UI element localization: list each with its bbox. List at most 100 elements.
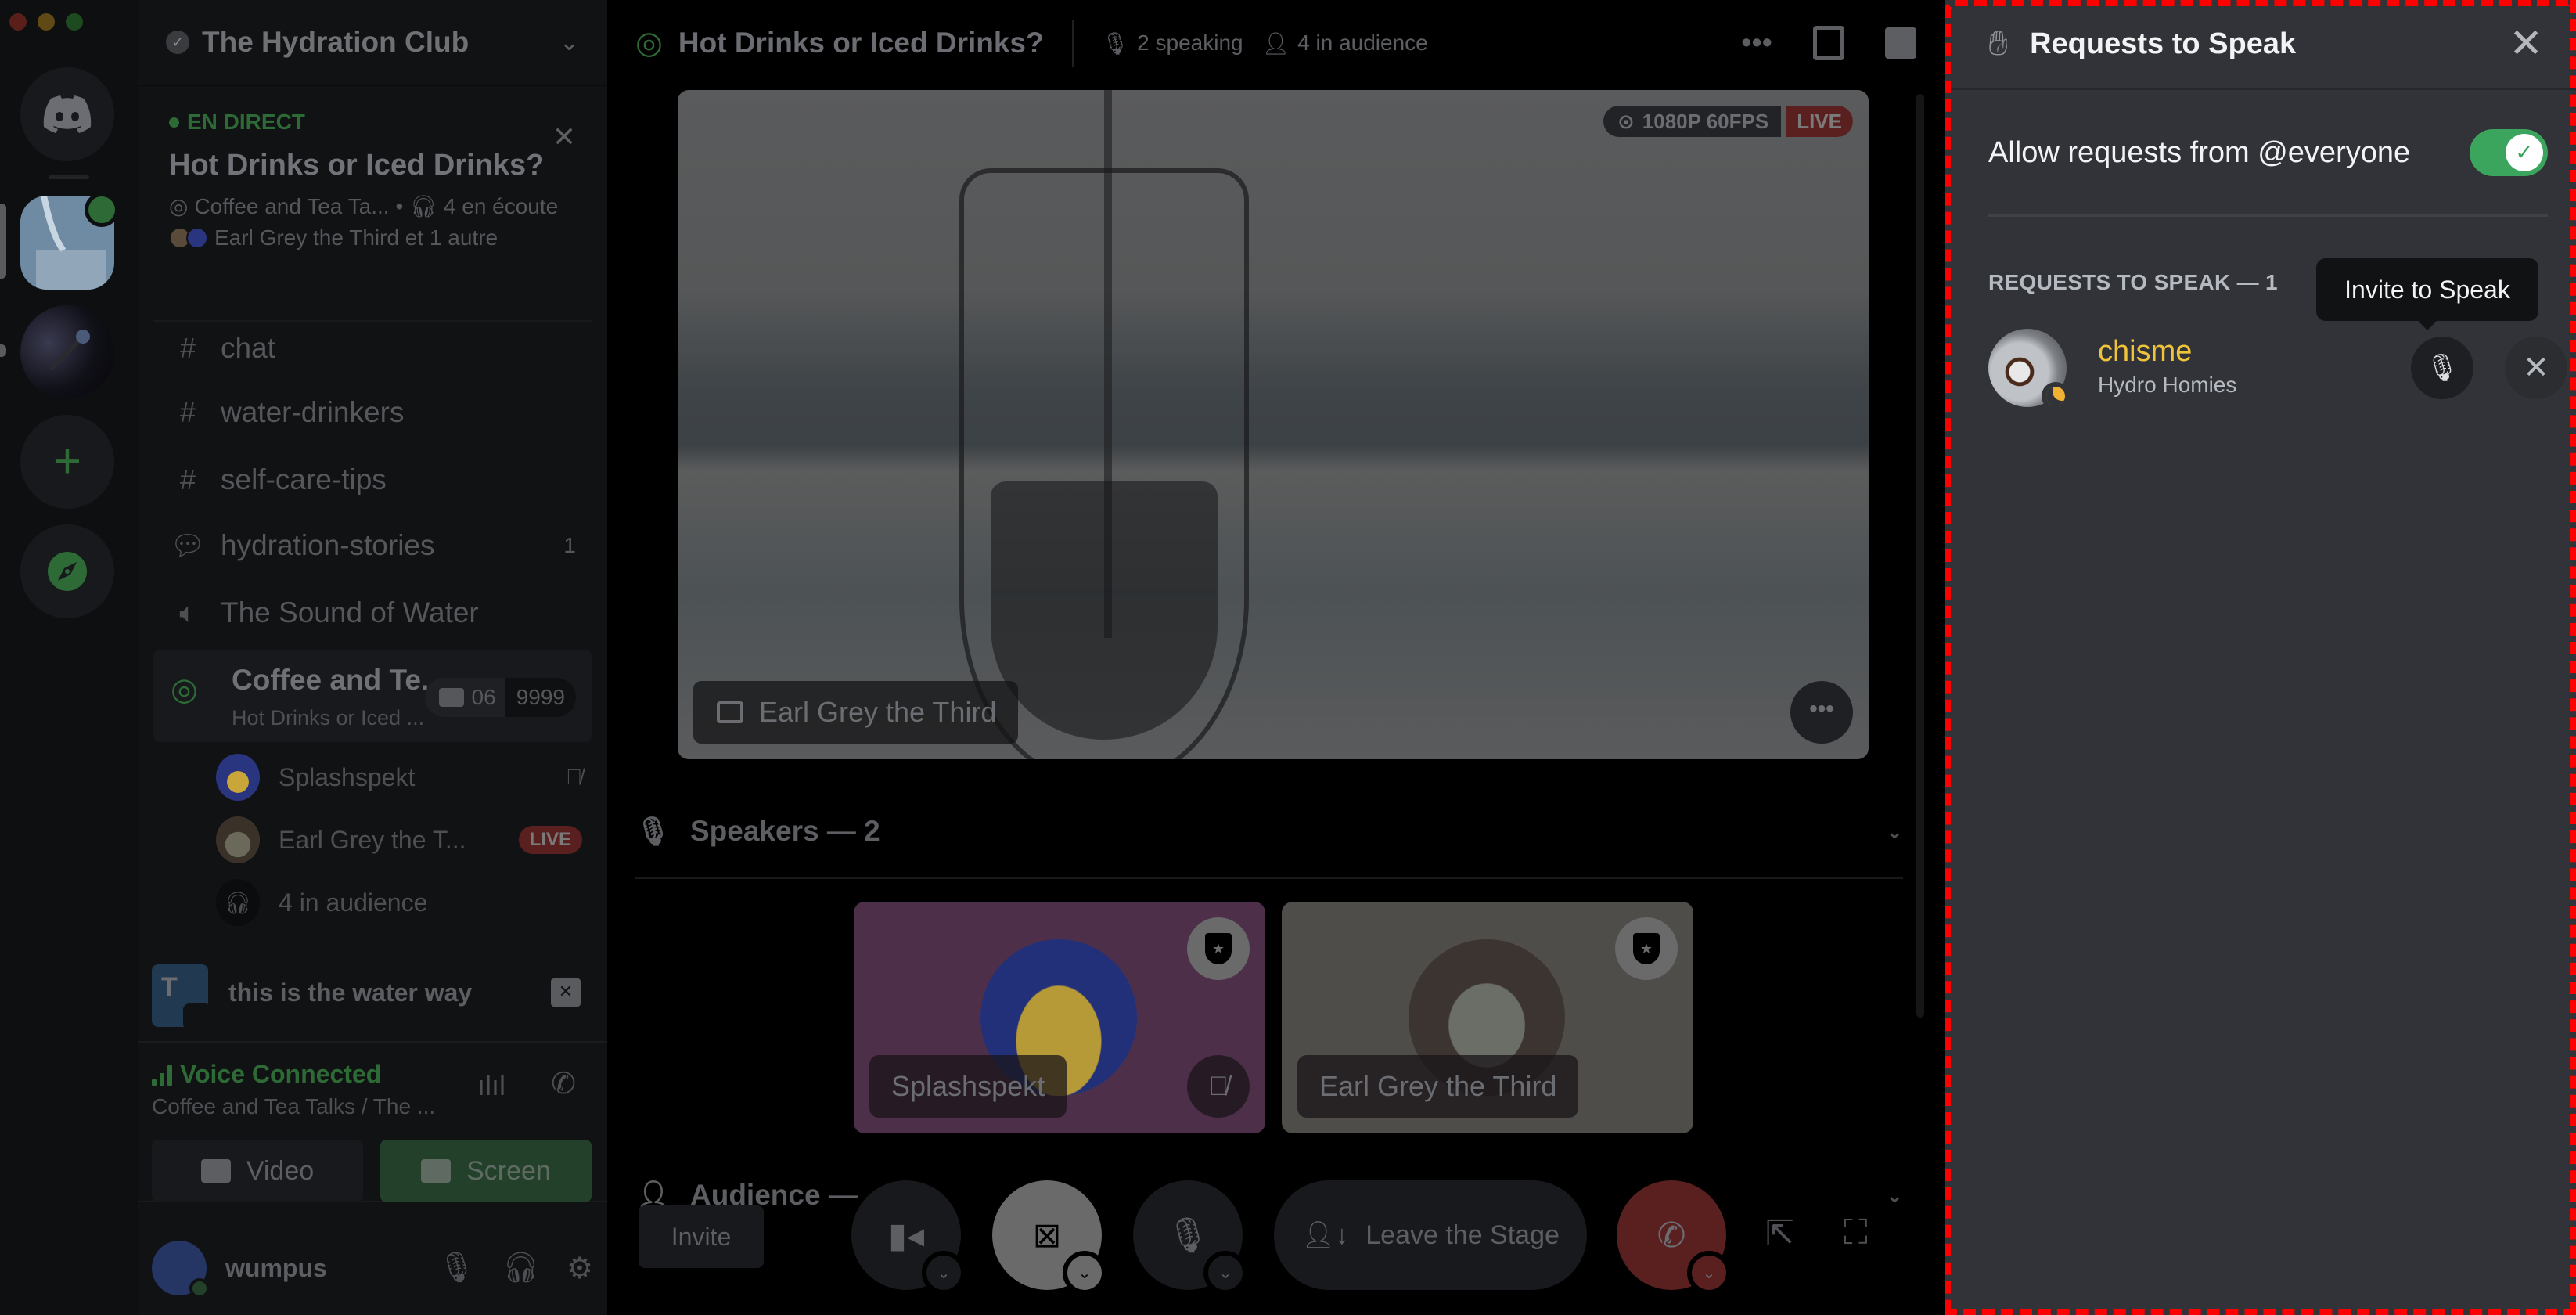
channel-item-the-sound-of-water[interactable]: 🔈︎ The Sound of Water — [153, 585, 592, 640]
chat-icon[interactable] — [1885, 27, 1916, 59]
stop-stream-button[interactable]: ✕ — [551, 978, 581, 1007]
guild-name: The Hydration Club — [202, 26, 470, 58]
username[interactable]: wumpus — [225, 1254, 411, 1283]
panel-header: ✋︎ Requests to Speak ✕ — [1945, 0, 2576, 90]
mic-options-chevron-icon[interactable]: ⌄ — [1203, 1251, 1247, 1295]
leave-stage-button[interactable]: 👤︎↓ Leave the Stage — [1274, 1180, 1587, 1290]
minimize-window-button[interactable] — [38, 13, 55, 31]
maximize-window-button[interactable] — [66, 13, 83, 31]
gear-icon[interactable]: ⚙ — [567, 1251, 593, 1286]
channel-item-water-drinkers[interactable]: # water-drinkers — [153, 385, 592, 440]
camera-options-chevron-icon[interactable]: ⌄ — [922, 1251, 966, 1295]
speakers-title: Speakers — 2 — [690, 815, 880, 847]
user-avatar[interactable] — [152, 1241, 210, 1299]
fullscreen-icon[interactable]: ⛶ — [1844, 1213, 1868, 1252]
screen-share-button[interactable]: Screen — [380, 1140, 592, 1202]
stream-preview-strip[interactable]: T this is the water way ✕ — [138, 955, 607, 1043]
raised-hand-icon: ✋︎ — [1988, 24, 2009, 63]
stream-title: this is the water way — [228, 978, 473, 1007]
audience-count: 👤︎ 4 in audience — [1262, 31, 1428, 56]
channel-name: Coffee and Te... — [232, 664, 445, 696]
plus-icon: + — [52, 434, 82, 488]
invite-button[interactable]: Invite — [639, 1205, 764, 1268]
video-camera-icon — [438, 688, 464, 707]
channel-item-chat[interactable]: # chat — [153, 321, 592, 376]
video-button-label: Video — [246, 1155, 315, 1186]
stream-avatar: T — [152, 964, 211, 1030]
voice-status-panel: Voice Connected Coffee and Tea Talks / T… — [138, 1046, 607, 1202]
server-the-hydration-club[interactable] — [20, 193, 119, 290]
video-camera-icon — [200, 1159, 231, 1183]
direct-messages-button[interactable] — [20, 67, 114, 161]
voice-connected-status[interactable]: Voice Connected — [152, 1060, 381, 1089]
speaker-tile-earl-grey[interactable]: ★ Earl Grey the Third — [1282, 902, 1693, 1133]
close-window-button[interactable] — [9, 13, 27, 31]
locked-text-channel-icon: # — [179, 463, 196, 495]
chevron-down-icon: ⌄ — [1886, 819, 1903, 843]
microphone-icon[interactable]: 🎙︎ — [437, 1251, 475, 1285]
channel-item-self-care-tips[interactable]: # self-care-tips — [153, 452, 592, 507]
stage-member-splashspekt[interactable]: Splashspekt 🎙̸ — [216, 750, 592, 805]
compass-icon — [48, 552, 87, 591]
guild-header[interactable]: ✓ The Hydration Club ⌄ — [138, 0, 607, 86]
microphone-toggle-button[interactable]: 🎙︎ ⌄ — [1133, 1180, 1247, 1295]
requester-name[interactable]: chisme — [2098, 335, 2192, 369]
dismiss-live-card-button[interactable]: ✕ — [552, 121, 576, 153]
channel-item-coffee-and-tea-talks[interactable]: ◎ Coffee and Te... Hot Drinks or Iced ..… — [153, 650, 592, 742]
allow-requests-toggle[interactable]: ✓ — [2470, 129, 2548, 176]
add-server-button[interactable]: + — [20, 415, 114, 509]
close-panel-button[interactable]: ✕ — [2509, 23, 2543, 64]
dismiss-request-button[interactable]: ✕ — [2505, 337, 2567, 399]
disconnect-icon[interactable]: ✆ — [551, 1066, 576, 1101]
server-microphone[interactable] — [20, 305, 114, 399]
speakers-section-header[interactable]: 🎙︎ Speakers — 2 ⌄ — [635, 804, 1903, 859]
disconnect-button[interactable]: ✆ ⌄ — [1617, 1180, 1731, 1295]
voice-location[interactable]: Coffee and Tea Talks / The ... — [152, 1094, 435, 1119]
leave-stage-label: Leave the Stage — [1365, 1220, 1560, 1250]
channel-name: hydration-stories — [221, 529, 435, 561]
stage-audience-count[interactable]: 🎧︎ 4 in audience — [216, 875, 592, 930]
video-camera-icon: ▮◂ — [887, 1216, 925, 1255]
explore-servers-button[interactable] — [20, 524, 114, 618]
request-item-chisme[interactable]: chisme Hydro Homies 🎙︎ ✕ — [1988, 329, 2567, 410]
moderator-badge: ★ — [1615, 917, 1678, 980]
avatar[interactable] — [1988, 329, 2070, 410]
video-camera-icon — [183, 1003, 211, 1030]
screen-options-chevron-icon[interactable]: ⌄ — [1063, 1251, 1106, 1295]
video-button[interactable]: Video — [152, 1140, 363, 1202]
listener-count: 4 en écoute — [443, 193, 559, 218]
stage-title: Hot Drinks or Iced Drinks? — [678, 27, 1044, 59]
headphones-icon[interactable]: 🎧︎ — [502, 1251, 540, 1285]
stop-screen-share-button[interactable]: ⊠ ⌄ — [992, 1180, 1106, 1295]
live-event-card[interactable]: EN DIRECT ✕ Hot Drinks or Iced Drinks? ◎… — [138, 110, 607, 297]
channel-item-hydration-stories[interactable]: 💬︎ hydration-stories 1 — [153, 518, 592, 573]
noise-suppression-icon[interactable]: ılıl — [477, 1069, 505, 1102]
speaking-label: 2 speaking — [1137, 31, 1243, 55]
speaker-tile-splashspekt[interactable]: ★ Splashspekt 🎙̸ — [854, 902, 1265, 1133]
stream-quality-badge: ⊙ 1080P 60FPS LIVE — [1603, 106, 1853, 137]
live-tag-label: EN DIRECT — [187, 110, 305, 134]
screen-share-icon — [421, 1159, 452, 1183]
shield-star-icon: ★ — [1205, 933, 1232, 964]
divider — [1071, 20, 1074, 67]
stage-member-earl-grey[interactable]: Earl Grey the T... LIVE — [216, 812, 592, 867]
screen-button-label: Screen — [466, 1155, 551, 1186]
header-actions: ••• — [1741, 26, 1916, 60]
stage-icon: ◎ — [169, 194, 189, 218]
more-options-icon[interactable]: ••• — [1741, 27, 1772, 60]
scrollbar[interactable] — [1916, 94, 1924, 1018]
streamer-name: Earl Grey the Third — [759, 696, 997, 728]
stream-video[interactable]: ⊙ 1080P 60FPS LIVE Earl Grey the Third •… — [678, 90, 1869, 759]
user-panel: wumpus 🎙︎ 🎧︎ ⚙ — [138, 1221, 607, 1315]
disconnect-options-chevron-icon[interactable]: ⌄ — [1687, 1251, 1731, 1295]
stream-more-button[interactable]: ••• — [1790, 681, 1853, 744]
online-status-icon — [189, 1278, 210, 1299]
pop-out-icon[interactable]: ⇱ — [1765, 1213, 1794, 1253]
inbox-icon[interactable] — [1813, 26, 1844, 60]
allow-requests-row: Allow requests from @everyone ✓ — [1988, 125, 2548, 180]
camera-toggle-button[interactable]: ▮◂ ⌄ — [851, 1180, 966, 1295]
invite-to-speak-button[interactable]: 🎙︎ — [2411, 337, 2473, 399]
shield-star-icon: ★ — [1633, 933, 1660, 964]
channel-name: water-drinkers — [221, 396, 405, 428]
stream-frame-glass — [959, 90, 1249, 759]
